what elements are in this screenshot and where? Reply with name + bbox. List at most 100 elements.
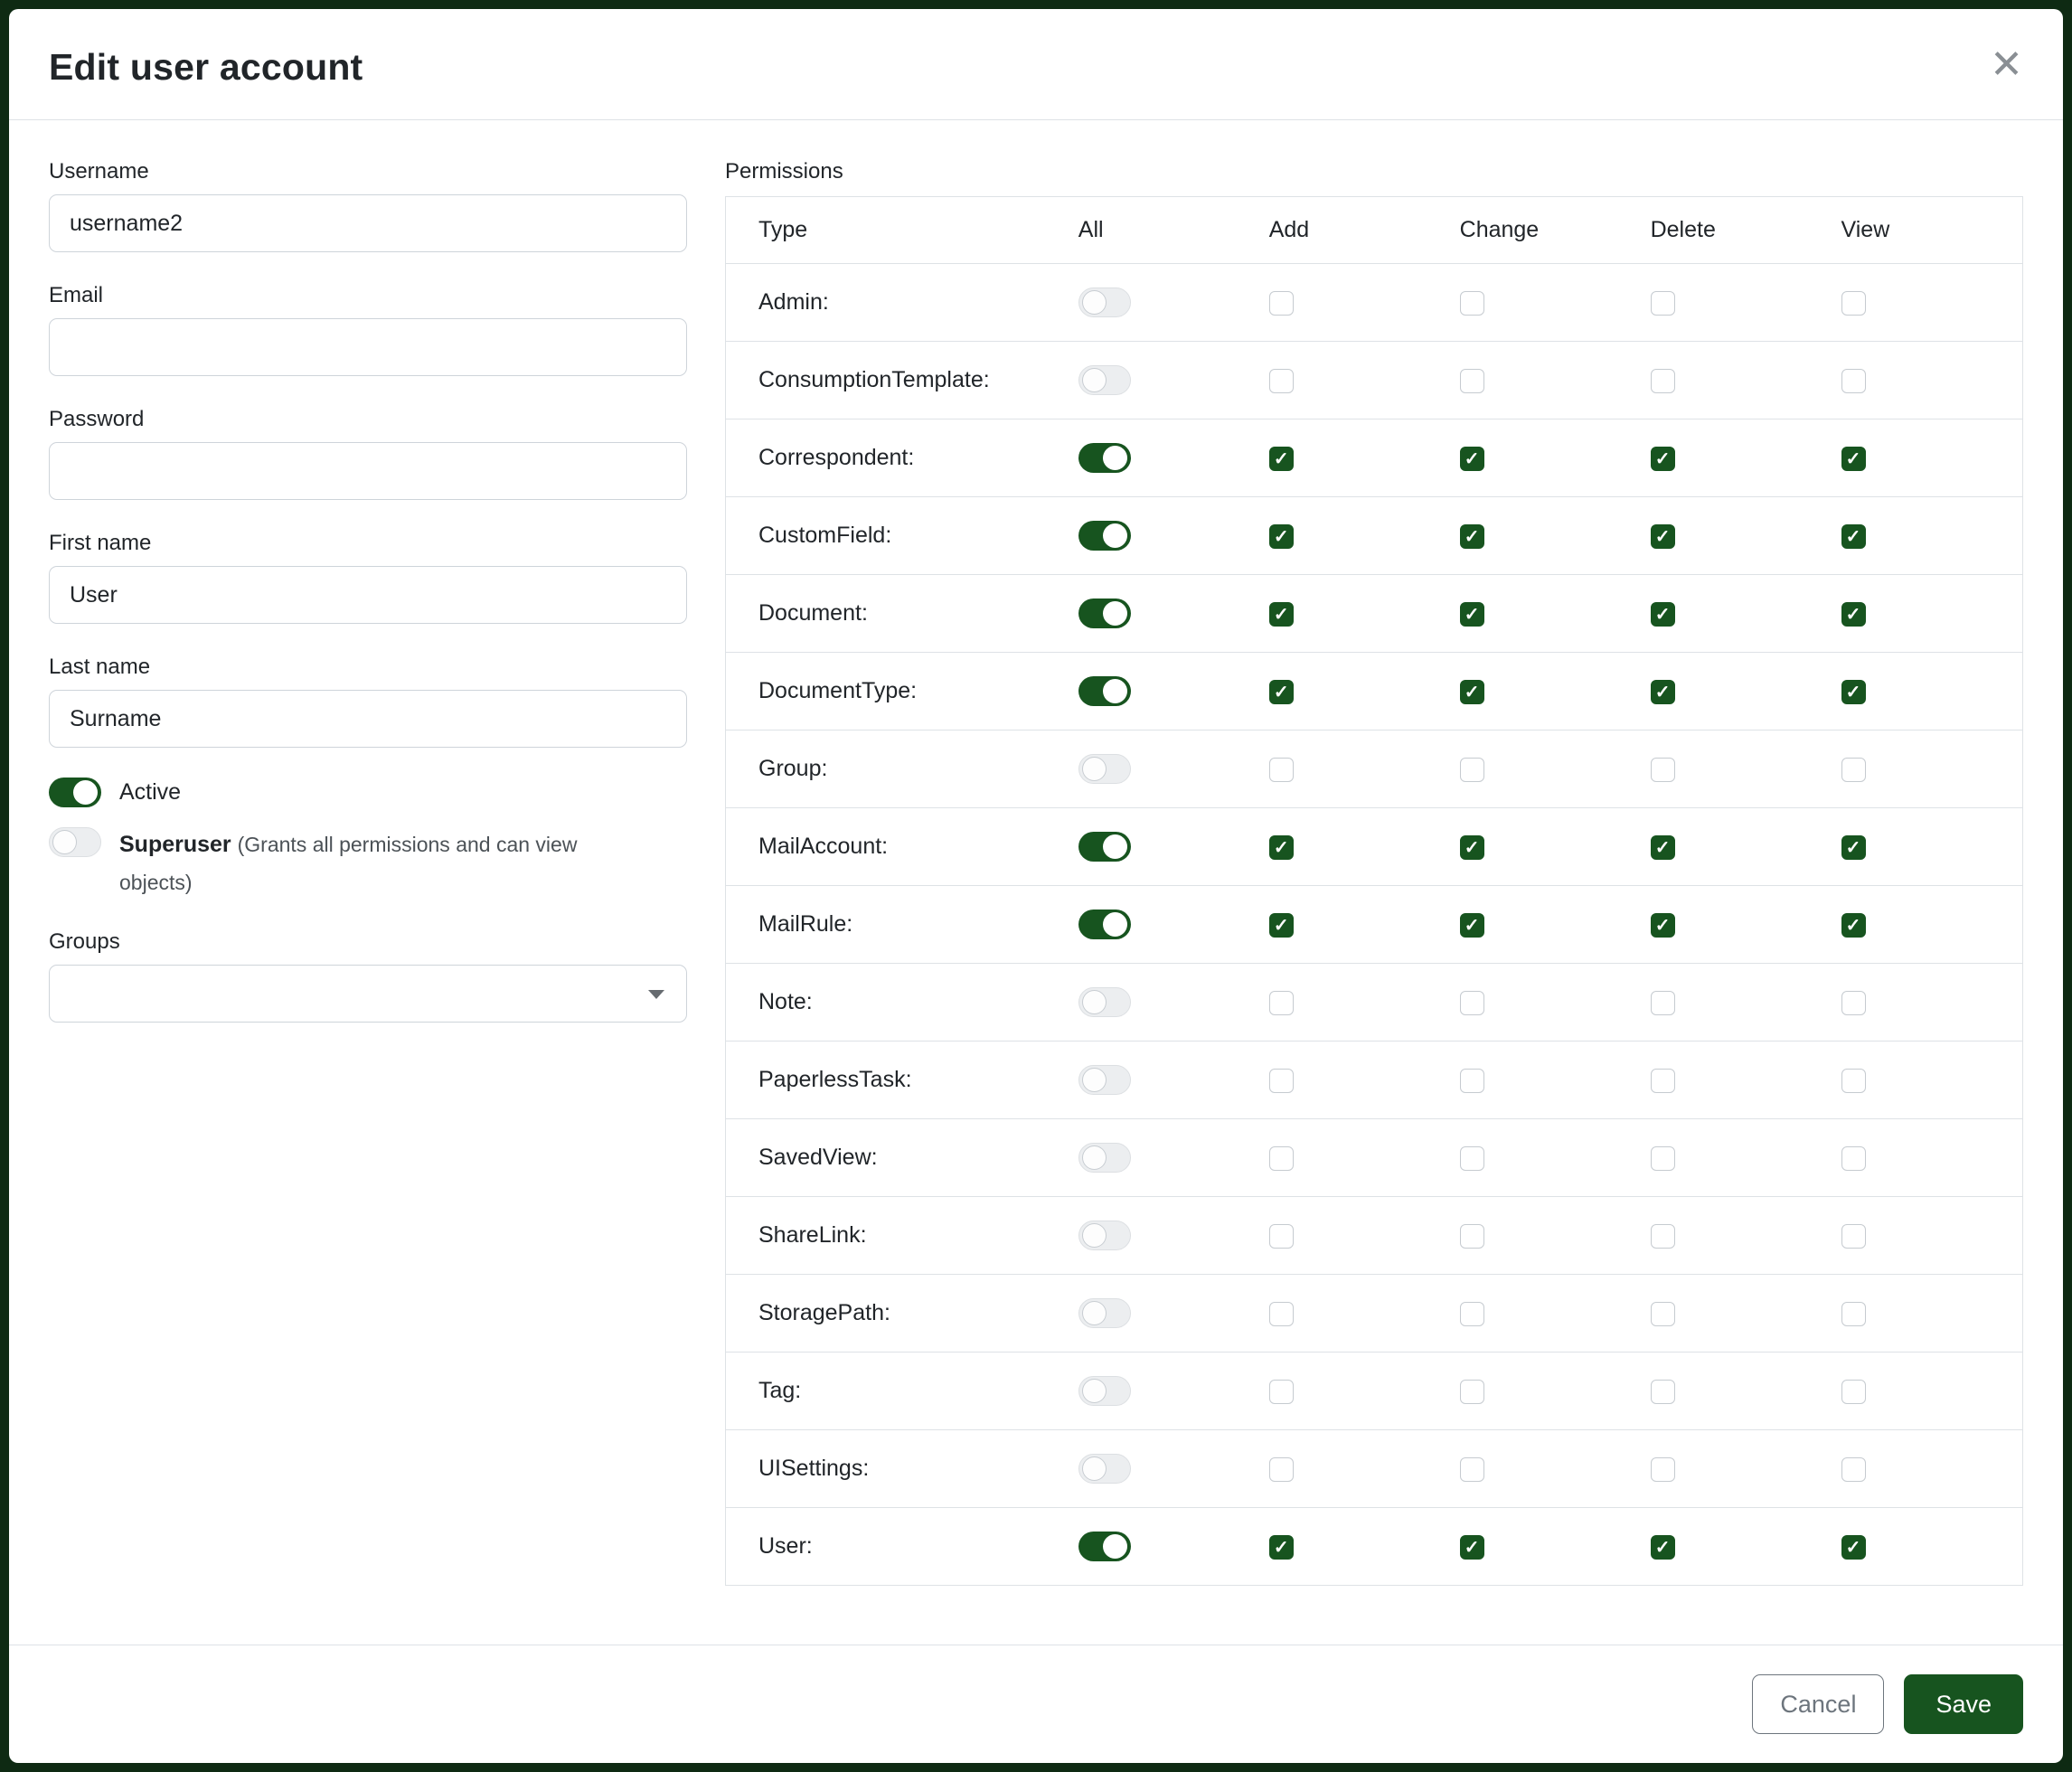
permission-view-checkbox[interactable] bbox=[1841, 369, 1866, 393]
permission-view-checkbox[interactable]: ✓ bbox=[1841, 524, 1866, 549]
permission-delete-checkbox[interactable] bbox=[1651, 991, 1675, 1015]
permission-delete-checkbox[interactable] bbox=[1651, 1302, 1675, 1326]
permission-change-checkbox[interactable] bbox=[1460, 1302, 1484, 1326]
cancel-button[interactable]: Cancel bbox=[1752, 1674, 1884, 1734]
email-field[interactable] bbox=[49, 318, 687, 376]
username-input[interactable] bbox=[49, 194, 687, 252]
permission-add-checkbox[interactable]: ✓ bbox=[1269, 913, 1294, 938]
permission-add-checkbox[interactable]: ✓ bbox=[1269, 1535, 1294, 1560]
permission-change-checkbox[interactable]: ✓ bbox=[1460, 524, 1484, 549]
permission-change-checkbox[interactable]: ✓ bbox=[1460, 602, 1484, 627]
permission-add-checkbox[interactable] bbox=[1269, 1380, 1294, 1404]
permission-change-checkbox[interactable]: ✓ bbox=[1460, 913, 1484, 938]
permission-view-checkbox[interactable]: ✓ bbox=[1841, 447, 1866, 471]
permission-change-checkbox[interactable] bbox=[1460, 991, 1484, 1015]
permission-all-toggle[interactable] bbox=[1078, 1298, 1131, 1328]
permission-change-checkbox[interactable]: ✓ bbox=[1460, 447, 1484, 471]
permission-add-checkbox[interactable] bbox=[1269, 1224, 1294, 1249]
permission-add-checkbox[interactable]: ✓ bbox=[1269, 835, 1294, 860]
permission-delete-checkbox[interactable] bbox=[1651, 1069, 1675, 1093]
permission-delete-checkbox[interactable] bbox=[1651, 291, 1675, 316]
permission-change-checkbox[interactable]: ✓ bbox=[1460, 835, 1484, 860]
permission-view-checkbox[interactable] bbox=[1841, 1146, 1866, 1171]
superuser-toggle[interactable] bbox=[49, 827, 101, 857]
permission-add-checkbox[interactable] bbox=[1269, 991, 1294, 1015]
permission-all-toggle[interactable] bbox=[1078, 754, 1131, 784]
permission-delete-checkbox[interactable]: ✓ bbox=[1651, 602, 1675, 627]
superuser-text: Superuser (Grants all permissions and ca… bbox=[119, 825, 639, 901]
permission-all-toggle[interactable] bbox=[1078, 832, 1131, 862]
permission-view-checkbox[interactable]: ✓ bbox=[1841, 835, 1866, 860]
permission-change-checkbox[interactable] bbox=[1460, 1224, 1484, 1249]
active-toggle[interactable] bbox=[49, 778, 101, 807]
groups-select[interactable] bbox=[49, 965, 687, 1023]
permission-delete-checkbox[interactable]: ✓ bbox=[1651, 913, 1675, 938]
permission-all-toggle[interactable] bbox=[1078, 1221, 1131, 1250]
permission-add-checkbox[interactable] bbox=[1269, 758, 1294, 782]
permission-delete-checkbox[interactable] bbox=[1651, 1380, 1675, 1404]
permission-all-toggle[interactable] bbox=[1078, 1532, 1131, 1561]
permission-view-checkbox[interactable]: ✓ bbox=[1841, 913, 1866, 938]
permission-add-checkbox[interactable]: ✓ bbox=[1269, 602, 1294, 627]
permission-delete-checkbox[interactable]: ✓ bbox=[1651, 447, 1675, 471]
permission-add-checkbox[interactable] bbox=[1269, 1069, 1294, 1093]
toggle-knob bbox=[1103, 679, 1127, 703]
permission-add-checkbox[interactable] bbox=[1269, 1302, 1294, 1326]
close-icon[interactable]: ✕ bbox=[1990, 45, 2023, 85]
permission-change-checkbox[interactable]: ✓ bbox=[1460, 680, 1484, 704]
permission-change-checkbox[interactable]: ✓ bbox=[1460, 1535, 1484, 1560]
password-field[interactable] bbox=[49, 442, 687, 500]
save-button[interactable]: Save bbox=[1904, 1674, 2023, 1734]
permission-change-checkbox[interactable] bbox=[1460, 1146, 1484, 1171]
permission-add-checkbox[interactable]: ✓ bbox=[1269, 524, 1294, 549]
permission-view-checkbox[interactable]: ✓ bbox=[1841, 602, 1866, 627]
permission-delete-checkbox[interactable] bbox=[1651, 758, 1675, 782]
permission-change-checkbox[interactable] bbox=[1460, 1069, 1484, 1093]
permission-delete-checkbox[interactable] bbox=[1651, 1146, 1675, 1171]
first-name-input[interactable] bbox=[49, 566, 687, 624]
permission-add-checkbox[interactable]: ✓ bbox=[1269, 447, 1294, 471]
toggle-knob bbox=[1103, 912, 1127, 937]
permission-view-checkbox[interactable]: ✓ bbox=[1841, 1535, 1866, 1560]
permission-view-checkbox[interactable] bbox=[1841, 1302, 1866, 1326]
permission-all-toggle[interactable] bbox=[1078, 1065, 1131, 1095]
permission-all-toggle[interactable] bbox=[1078, 1454, 1131, 1484]
permission-view-checkbox[interactable]: ✓ bbox=[1841, 680, 1866, 704]
permission-add-checkbox[interactable]: ✓ bbox=[1269, 680, 1294, 704]
last-name-input[interactable] bbox=[49, 690, 687, 748]
permission-view-checkbox[interactable] bbox=[1841, 758, 1866, 782]
permission-view-checkbox[interactable] bbox=[1841, 1069, 1866, 1093]
permission-change-checkbox[interactable] bbox=[1460, 1380, 1484, 1404]
permission-change-checkbox[interactable] bbox=[1460, 291, 1484, 316]
permission-change-checkbox[interactable] bbox=[1460, 369, 1484, 393]
permission-all-toggle[interactable] bbox=[1078, 521, 1131, 551]
permission-all-toggle[interactable] bbox=[1078, 1143, 1131, 1173]
permission-all-toggle[interactable] bbox=[1078, 599, 1131, 628]
permission-all-toggle[interactable] bbox=[1078, 676, 1131, 706]
permission-view-checkbox[interactable] bbox=[1841, 1380, 1866, 1404]
permission-change-checkbox[interactable] bbox=[1460, 1457, 1484, 1482]
permission-change-checkbox[interactable] bbox=[1460, 758, 1484, 782]
permission-view-checkbox[interactable] bbox=[1841, 991, 1866, 1015]
permission-delete-checkbox[interactable]: ✓ bbox=[1651, 1535, 1675, 1560]
permission-add-checkbox[interactable] bbox=[1269, 291, 1294, 316]
permission-view-checkbox[interactable] bbox=[1841, 1224, 1866, 1249]
permission-all-toggle[interactable] bbox=[1078, 365, 1131, 395]
permission-delete-checkbox[interactable]: ✓ bbox=[1651, 524, 1675, 549]
table-row: UISettings: bbox=[726, 1430, 2023, 1508]
permission-delete-checkbox[interactable] bbox=[1651, 1457, 1675, 1482]
permission-view-checkbox[interactable] bbox=[1841, 1457, 1866, 1482]
permission-delete-checkbox[interactable]: ✓ bbox=[1651, 680, 1675, 704]
permission-add-checkbox[interactable] bbox=[1269, 1457, 1294, 1482]
permission-all-toggle[interactable] bbox=[1078, 443, 1131, 473]
permission-all-toggle[interactable] bbox=[1078, 1376, 1131, 1406]
permission-delete-checkbox[interactable] bbox=[1651, 1224, 1675, 1249]
permission-delete-checkbox[interactable]: ✓ bbox=[1651, 835, 1675, 860]
permission-add-checkbox[interactable] bbox=[1269, 1146, 1294, 1171]
permission-view-checkbox[interactable] bbox=[1841, 291, 1866, 316]
permission-all-toggle[interactable] bbox=[1078, 287, 1131, 317]
permission-add-checkbox[interactable] bbox=[1269, 369, 1294, 393]
permission-all-toggle[interactable] bbox=[1078, 910, 1131, 939]
permission-all-toggle[interactable] bbox=[1078, 987, 1131, 1017]
permission-delete-checkbox[interactable] bbox=[1651, 369, 1675, 393]
